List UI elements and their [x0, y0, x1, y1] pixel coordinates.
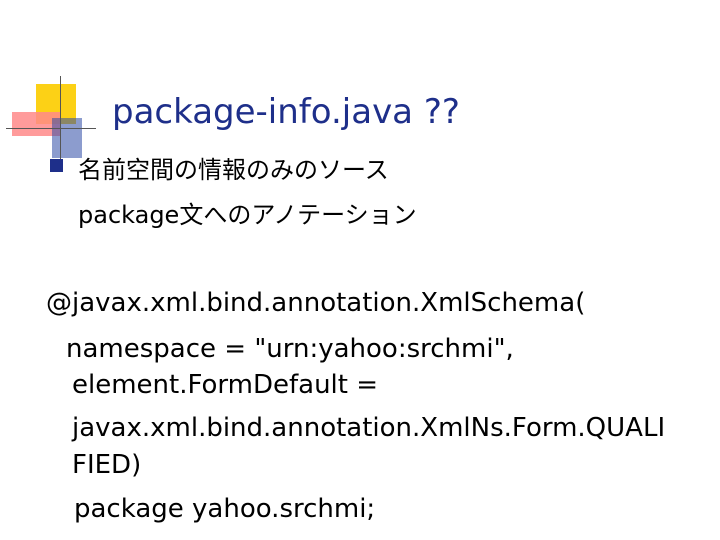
square-bullet-icon: [50, 159, 63, 172]
code-line-5: FIED): [72, 450, 142, 480]
code-line-2: namespace = "urn:yahoo:srchmi",: [66, 334, 514, 364]
decor-vertical-line: [60, 76, 61, 172]
code-line-6: package yahoo.srchmi;: [74, 494, 376, 524]
code-line-4: javax.xml.bind.annotation.XmlNs.Form.QUA…: [72, 413, 666, 443]
code-line-1: @javax.xml.bind.annotation.XmlSchema(: [46, 288, 586, 318]
slide-title: package-info.java ??: [112, 92, 460, 132]
decor-horizontal-line: [6, 128, 96, 129]
bullet-text-line-2: package文へのアノテーション: [78, 201, 417, 229]
bullet-text-line-1: 名前空間の情報のみのソース: [78, 156, 389, 184]
code-line-3: element.FormDefault =: [72, 370, 379, 400]
